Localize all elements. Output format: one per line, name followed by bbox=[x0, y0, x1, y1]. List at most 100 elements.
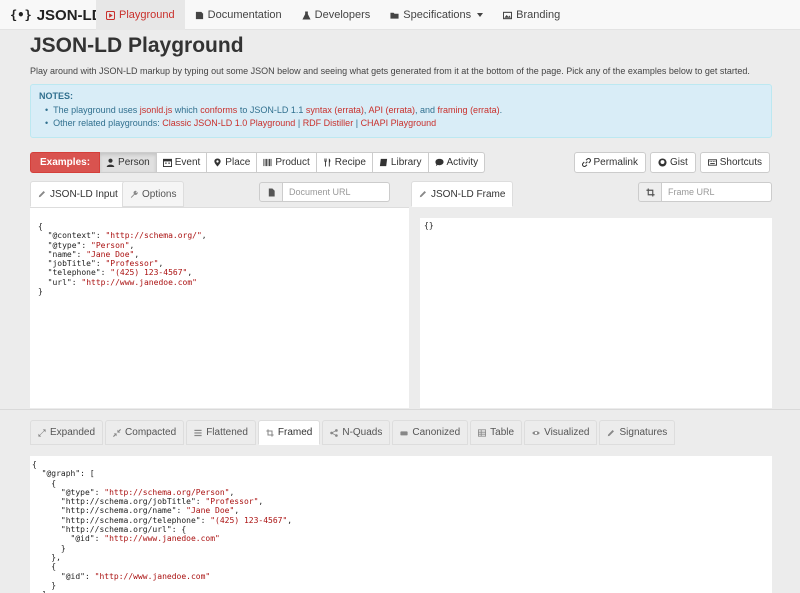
code-key: "@id" bbox=[60, 571, 85, 581]
code-token: , bbox=[134, 249, 140, 259]
tab-table[interactable]: Table bbox=[470, 420, 523, 445]
example-recipe-button[interactable]: Recipe bbox=[316, 152, 373, 173]
example-person-button[interactable]: Person bbox=[100, 152, 157, 173]
tab-visualized[interactable]: Visualized bbox=[524, 420, 598, 445]
tab-label: Framed bbox=[277, 427, 313, 438]
pencil-icon bbox=[608, 429, 615, 436]
editor-body: { "@context": "http://schema.org/", "@ty… bbox=[30, 219, 409, 409]
nav-item-developers[interactable]: Developers bbox=[292, 0, 381, 30]
tab-jsonld-frame[interactable]: JSON-LD Frame bbox=[411, 181, 514, 207]
folder-icon bbox=[390, 12, 399, 19]
crop-icon bbox=[638, 182, 662, 202]
tab-label: Flattened bbox=[206, 427, 248, 438]
frame-url-input[interactable] bbox=[662, 182, 772, 202]
notes-text: The playground uses bbox=[53, 105, 138, 115]
permalink-label: Permalink bbox=[593, 157, 638, 168]
link-framing[interactable]: framing bbox=[438, 105, 468, 115]
link-chapi-playground[interactable]: CHAPI Playground bbox=[361, 118, 437, 128]
frame-icon bbox=[645, 187, 655, 197]
code-value: "Person" bbox=[91, 240, 130, 250]
notes-text: , and bbox=[414, 105, 436, 115]
gist-button[interactable]: Gist bbox=[649, 152, 696, 173]
nav-item-label: Developers bbox=[314, 9, 371, 21]
notes-text: which bbox=[174, 105, 198, 115]
tab-framed[interactable]: Framed bbox=[257, 420, 321, 445]
jsonld-input-editor[interactable]: { "@context": "http://schema.org/", "@ty… bbox=[30, 207, 409, 408]
page-title: JSON-LD Playground bbox=[30, 34, 244, 57]
tab-label: Compacted bbox=[125, 427, 177, 438]
tab-jsonld-input[interactable]: JSON-LD Input bbox=[30, 181, 126, 207]
nav-item-label: Specifications bbox=[403, 9, 472, 21]
example-activity-button[interactable]: Activity bbox=[428, 152, 486, 173]
code-key: "name" bbox=[47, 249, 77, 259]
code-token: , bbox=[201, 231, 207, 241]
tab-expanded[interactable]: Expanded bbox=[30, 420, 104, 445]
link-api[interactable]: API bbox=[368, 105, 383, 115]
output-tabs: Expanded Compacted Flattened Framed N-Qu… bbox=[30, 420, 676, 445]
link-icon bbox=[581, 158, 591, 167]
tab-label: N-Quads bbox=[342, 427, 383, 438]
chevron-down-icon bbox=[477, 13, 484, 17]
example-label: Library bbox=[390, 157, 422, 168]
play-icon bbox=[106, 10, 115, 20]
code-key: "http://schema.org/telephone" bbox=[60, 515, 201, 525]
example-product-button[interactable]: Product bbox=[257, 152, 317, 173]
separator: | bbox=[297, 118, 301, 128]
frame-url-group bbox=[638, 182, 772, 202]
code-key: "http://schema.org/jobTitle" bbox=[60, 497, 196, 507]
code-key: "@type" bbox=[60, 487, 95, 497]
link-classic-playground[interactable]: Classic JSON-LD 1.0 Playground bbox=[162, 118, 295, 128]
code-token: , bbox=[129, 240, 135, 250]
link-api-errata[interactable]: (errata) bbox=[385, 105, 415, 115]
nav-item-specifications[interactable]: Specifications bbox=[380, 0, 493, 30]
link-jsonld-js[interactable]: jsonld.js bbox=[140, 105, 173, 115]
document-url-input[interactable] bbox=[283, 182, 390, 202]
nav-item-documentation[interactable]: Documentation bbox=[185, 0, 292, 30]
list-icon bbox=[194, 429, 202, 436]
output-editor[interactable]: { "@graph": [ { "@type": "http://schema.… bbox=[30, 456, 772, 593]
share-icon bbox=[330, 428, 339, 437]
tab-flattened[interactable]: Flattened bbox=[186, 420, 256, 445]
example-library-button[interactable]: Library bbox=[372, 152, 429, 173]
keyboard-icon bbox=[707, 159, 717, 166]
book-icon bbox=[195, 11, 203, 19]
code-value: "(425) 123-4567" bbox=[210, 515, 288, 525]
example-place-button[interactable]: Place bbox=[207, 152, 258, 173]
permalink-button[interactable]: Permalink bbox=[573, 152, 646, 173]
example-event-button[interactable]: Event bbox=[156, 152, 208, 173]
jsonld-frame-editor[interactable]: {} bbox=[420, 218, 772, 408]
link-framing-errata[interactable]: (errata) bbox=[470, 105, 500, 115]
link-syntax[interactable]: syntax bbox=[306, 105, 332, 115]
brand[interactable]: {•} JSON-LD bbox=[10, 0, 103, 30]
code-value: "http://schema.org/" bbox=[105, 231, 202, 241]
notes-item: Other related playgrounds: Classic JSON-… bbox=[45, 117, 763, 130]
shortcuts-label: Shortcuts bbox=[719, 157, 762, 168]
calendar-icon bbox=[162, 158, 172, 167]
compress-icon bbox=[113, 428, 122, 437]
code-key: "url" bbox=[47, 277, 72, 287]
link-syntax-errata[interactable]: (errata) bbox=[334, 105, 364, 115]
shortcuts-button[interactable]: Shortcuts bbox=[699, 152, 770, 173]
example-label: Activity bbox=[446, 157, 479, 168]
nav-items: Playground Documentation Developers Spec… bbox=[96, 0, 570, 30]
examples-group: Examples: Person Event Place Product Rec… bbox=[30, 152, 486, 173]
page-description: Play around with JSON-LD markup by typin… bbox=[30, 66, 750, 76]
tab-compacted[interactable]: Compacted bbox=[105, 420, 185, 445]
tab-signatures[interactable]: Signatures bbox=[599, 420, 676, 445]
comment-icon bbox=[434, 158, 444, 167]
separator: | bbox=[355, 118, 359, 128]
link-conforms[interactable]: conforms bbox=[200, 105, 237, 115]
nav-item-branding[interactable]: Branding bbox=[493, 0, 570, 30]
code-value: "http://www.janedoe.com" bbox=[104, 534, 220, 544]
tab-nquads[interactable]: N-Quads bbox=[322, 420, 391, 445]
github-icon bbox=[658, 158, 667, 167]
code-key: "telephone" bbox=[47, 268, 101, 278]
barcode-icon bbox=[263, 158, 272, 167]
tab-options[interactable]: Options bbox=[122, 181, 185, 207]
document-url-group bbox=[259, 182, 390, 202]
tab-canonized[interactable]: Canonized bbox=[392, 420, 469, 445]
link-rdf-distiller[interactable]: RDF Distiller bbox=[303, 118, 354, 128]
code-value: "http://schema.org/Person" bbox=[104, 487, 230, 497]
wrench-icon bbox=[130, 190, 138, 198]
nav-item-playground[interactable]: Playground bbox=[96, 0, 185, 30]
